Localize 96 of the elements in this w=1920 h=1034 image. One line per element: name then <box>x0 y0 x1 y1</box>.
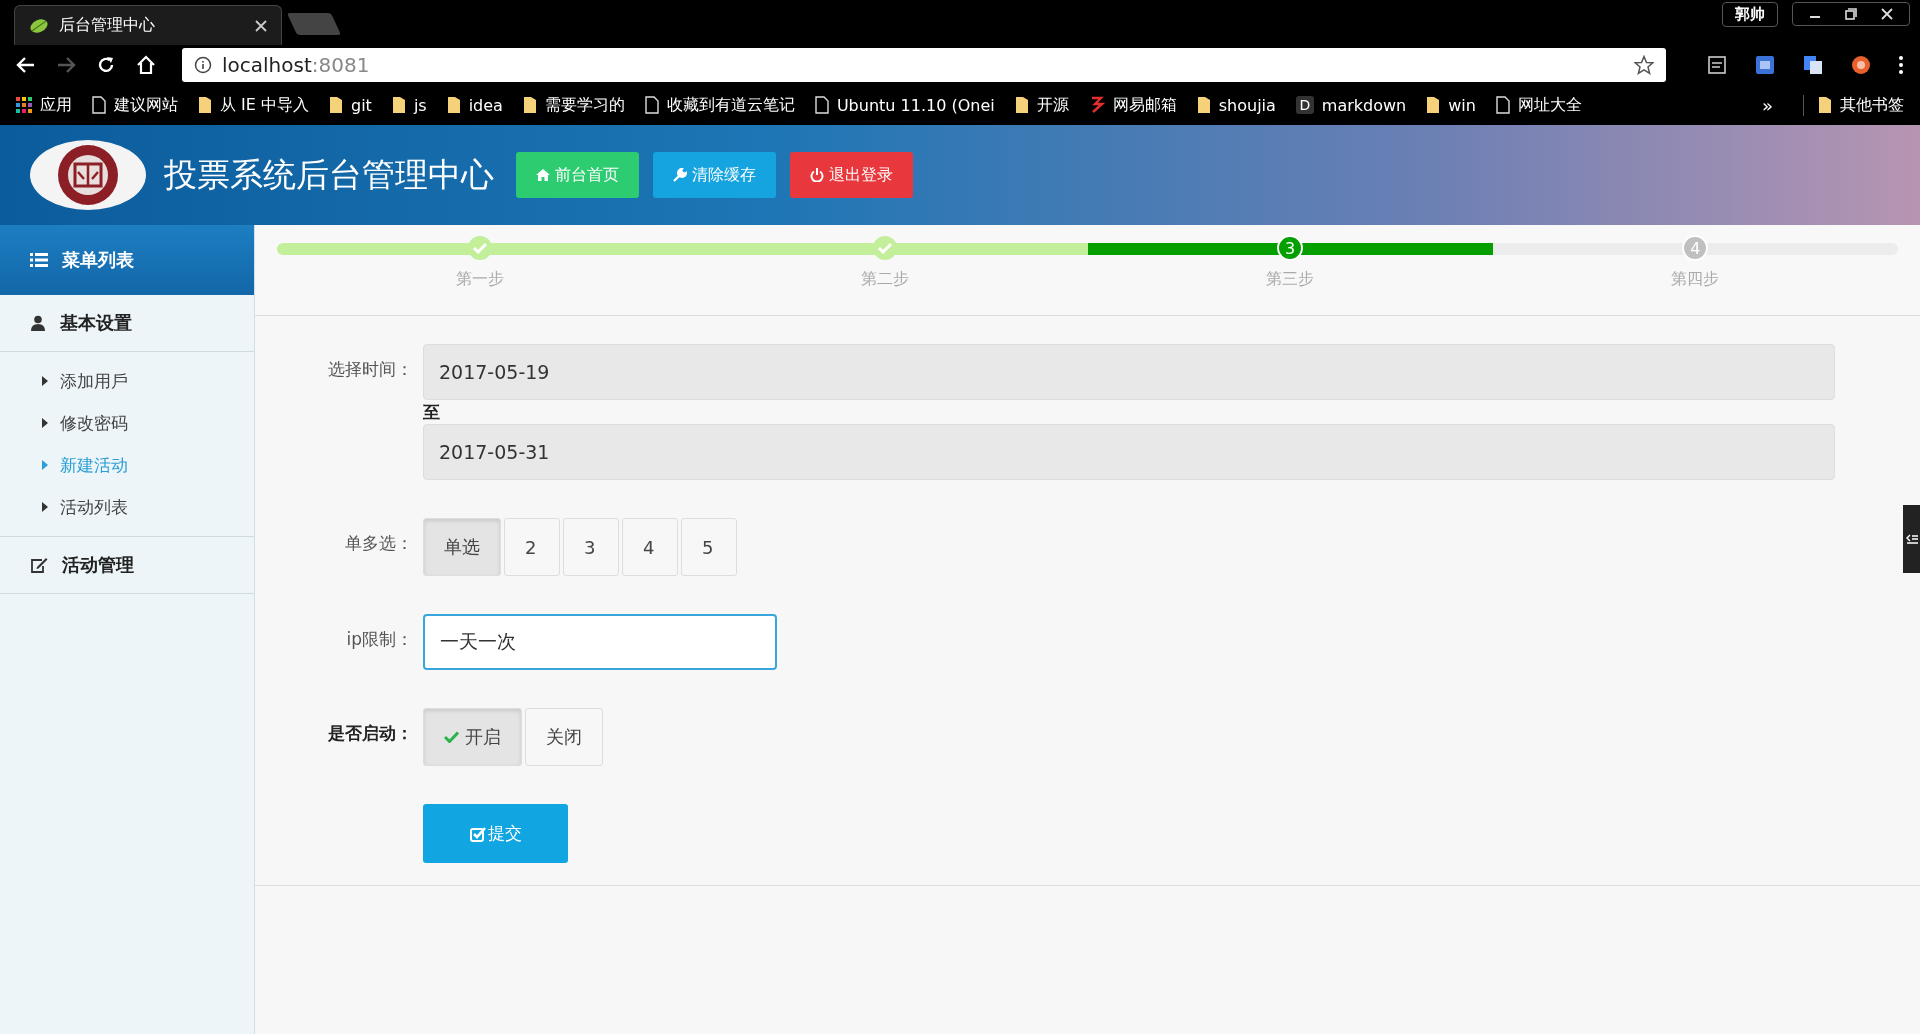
choice-button[interactable]: 单选 <box>423 518 501 576</box>
step-label: 第二步 <box>860 269 909 290</box>
step-label: 第三步 <box>1266 269 1315 290</box>
field-label: 单多选： <box>344 532 414 555</box>
bookmark[interactable]: win <box>1426 95 1476 115</box>
more-menu-icon[interactable] <box>1898 55 1904 75</box>
square-extension-icon[interactable] <box>1754 54 1776 76</box>
profile-button[interactable]: 郭帅 <box>1722 2 1778 27</box>
bookmark[interactable]: git <box>329 95 372 115</box>
folder-icon <box>198 96 212 114</box>
bookmark[interactable]: 需要学习的 <box>522 94 625 116</box>
date-field[interactable]: 2017-05-31 <box>423 424 1835 480</box>
sidebar-heading: 菜单列表 <box>0 225 254 295</box>
apps-grid-icon <box>16 97 32 113</box>
toggle-button[interactable]: 开启 <box>423 708 522 766</box>
restore-icon[interactable] <box>1845 8 1857 20</box>
caret-icon <box>42 418 48 428</box>
bookmark[interactable]: D markdown <box>1295 95 1407 115</box>
circle-extension-icon[interactable] <box>1850 54 1872 76</box>
date-separator: 至 <box>423 401 441 424</box>
back-icon[interactable] <box>16 55 36 75</box>
folder-icon <box>1196 96 1211 114</box>
field-label: 选择时间： <box>327 358 414 381</box>
caret-icon <box>42 460 48 470</box>
home-icon <box>536 168 550 182</box>
bookmark[interactable]: 收藏到有道云笔记 <box>644 94 795 116</box>
site-title: 投票系统后台管理中心 <box>164 153 494 196</box>
star-icon[interactable] <box>1634 55 1654 75</box>
check-circle-icon <box>466 235 493 261</box>
choice-button[interactable]: 5 <box>681 518 737 576</box>
choice-button[interactable]: 2 <box>504 518 560 576</box>
sidebar-section[interactable]: 活动管理 <box>0 537 254 594</box>
date-field[interactable]: 2017-05-19 <box>423 344 1835 400</box>
field-label: ip限制： <box>345 628 414 651</box>
collapse-icon <box>1905 533 1918 545</box>
check-circle-icon <box>871 235 898 261</box>
close-icon[interactable] <box>1881 8 1893 20</box>
step-number: 3 <box>1277 235 1304 261</box>
bookmark[interactable]: 网易邮箱 <box>1088 94 1177 116</box>
bookmark[interactable]: 网址大全 <box>1495 94 1582 116</box>
browser-tab[interactable]: 后台管理中心 <box>14 5 282 45</box>
forward-icon[interactable] <box>56 55 76 75</box>
check-icon <box>444 731 459 743</box>
caret-icon <box>42 376 48 386</box>
tab-title: 后台管理中心 <box>59 15 156 36</box>
bookmark[interactable]: 应用 <box>16 94 72 116</box>
choice-button[interactable]: 4 <box>622 518 678 576</box>
folder-icon <box>329 96 343 114</box>
page-icon <box>92 96 106 114</box>
bookmark[interactable]: 从 IE 中导入 <box>198 94 309 116</box>
step-number: 4 <box>1682 235 1709 261</box>
choice-button[interactable]: 3 <box>563 518 619 576</box>
folder-icon <box>522 96 537 114</box>
overflow-chevron[interactable]: » <box>1762 94 1773 116</box>
logo-emblem-icon <box>28 139 148 211</box>
power-icon <box>810 168 824 182</box>
page-icon <box>644 96 659 114</box>
list-icon <box>30 253 48 267</box>
toggle-button[interactable]: 关闭 <box>525 708 603 766</box>
letter-icon: D <box>1295 96 1314 114</box>
folder-icon <box>1818 96 1832 114</box>
user-icon <box>30 315 46 331</box>
leaf-icon <box>29 17 49 34</box>
document-extension-icon[interactable] <box>1706 54 1728 76</box>
edit-icon <box>30 557 48 573</box>
caret-icon <box>42 502 48 512</box>
header-button[interactable]: 退出登录 <box>790 152 913 198</box>
sidebar-section[interactable]: 基本设置 <box>0 295 254 352</box>
field-label: 是否启动： <box>327 722 414 745</box>
bookmark[interactable]: 建议网站 <box>92 94 178 116</box>
step-label: 第一步 <box>455 269 504 290</box>
bookmark[interactable]: idea <box>446 95 503 115</box>
bookmark[interactable]: shoujia <box>1196 95 1276 115</box>
folder-icon <box>446 96 461 114</box>
page-icon <box>1495 96 1510 114</box>
checkbox-icon <box>469 825 486 842</box>
info-icon[interactable] <box>194 56 212 74</box>
sidebar-item[interactable]: 修改密码 <box>0 402 254 444</box>
bookmark[interactable]: js <box>391 95 427 115</box>
folder-icon <box>391 96 406 114</box>
bookmark[interactable]: 其他书签 <box>1803 94 1904 116</box>
wrench-icon <box>673 168 687 182</box>
sidebar-item[interactable]: 活动列表 <box>0 486 254 528</box>
side-panel-tab[interactable] <box>1903 505 1920 573</box>
page-icon <box>814 96 829 114</box>
ip-limit-field[interactable]: 一天一次 <box>423 614 777 670</box>
folder-icon <box>1426 96 1441 114</box>
close-icon[interactable] <box>255 19 267 32</box>
folder-icon <box>1014 96 1029 114</box>
bookmark[interactable]: 开源 <box>1014 94 1069 116</box>
home-icon[interactable] <box>136 55 156 75</box>
step-label: 第四步 <box>1671 269 1720 290</box>
sidebar-item[interactable]: 添加用戶 <box>0 360 254 402</box>
reload-icon[interactable] <box>96 55 116 75</box>
bookmark[interactable]: Ubuntu 11.10 (Onei <box>814 95 995 115</box>
address-bar[interactable]: localhost:8081 <box>182 48 1666 82</box>
